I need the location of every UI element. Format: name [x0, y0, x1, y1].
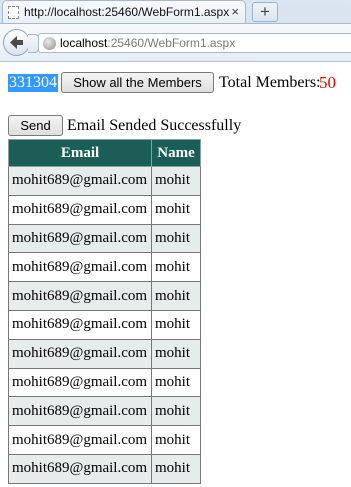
close-icon[interactable]: ×: [231, 4, 239, 19]
name-cell: mohit: [151, 166, 201, 196]
email-cell: mohit689@gmail.com: [8, 453, 152, 484]
name-cell: mohit: [151, 194, 201, 225]
name-cell: mohit: [151, 453, 201, 484]
name-cell: mohit: [151, 223, 201, 254]
name-column-header: Name: [151, 139, 201, 167]
table-row: mohit689@gmail.com mohit: [8, 338, 201, 369]
page-icon: [8, 6, 19, 19]
address-bar[interactable]: localhost:25460/WebForm1.aspx: [38, 33, 351, 53]
table-row: mohit689@gmail.com mohit: [8, 252, 201, 283]
back-button[interactable]: [3, 29, 30, 56]
table-row: mohit689@gmail.com mohit: [8, 453, 201, 484]
email-cell: mohit689@gmail.com: [8, 396, 152, 427]
email-cell: mohit689@gmail.com: [8, 281, 152, 311]
table-row: mohit689@gmail.com mohit: [8, 281, 201, 311]
table-row: mohit689@gmail.com mohit: [8, 367, 201, 398]
navigation-bar: localhost:25460/WebForm1.aspx: [0, 23, 351, 62]
table-row: mohit689@gmail.com mohit: [8, 396, 201, 427]
email-cell: mohit689@gmail.com: [8, 309, 152, 340]
email-cell: mohit689@gmail.com: [8, 166, 152, 196]
globe-icon: [43, 37, 56, 50]
email-cell: mohit689@gmail.com: [8, 425, 152, 455]
table-row: mohit689@gmail.com mohit: [8, 223, 201, 254]
email-cell: mohit689@gmail.com: [8, 252, 152, 283]
selected-code-text[interactable]: 331304: [8, 74, 58, 92]
name-cell: mohit: [151, 252, 201, 283]
back-arrow-icon: [10, 36, 23, 49]
show-all-members-button[interactable]: Show all the Members: [61, 72, 214, 93]
email-cell: mohit689@gmail.com: [8, 338, 152, 369]
name-cell: mohit: [151, 338, 201, 369]
email-column-header: Email: [8, 139, 152, 167]
name-cell: mohit: [151, 367, 201, 398]
url-text: localhost:25460/WebForm1.aspx: [60, 36, 236, 50]
name-cell: mohit: [151, 309, 201, 340]
table-row: mohit689@gmail.com mohit: [8, 194, 201, 225]
name-cell: mohit: [151, 425, 201, 455]
table-row: mohit689@gmail.com mohit: [8, 166, 201, 196]
browser-tab[interactable]: http://localhost:25460/WebForm1.aspx ×: [2, 0, 246, 23]
browser-chrome: http://localhost:25460/WebForm1.aspx × +…: [0, 0, 351, 62]
table-row: mohit689@gmail.com mohit: [8, 309, 201, 340]
tab-title: http://localhost:25460/WebForm1.aspx: [24, 5, 230, 19]
total-members-label: Total Members:: [219, 74, 321, 91]
name-cell: mohit: [151, 281, 201, 311]
table-row: mohit689@gmail.com mohit: [8, 425, 201, 455]
send-button[interactable]: Send: [8, 115, 63, 136]
name-cell: mohit: [151, 396, 201, 427]
total-members-count: 50: [319, 73, 336, 92]
email-cell: mohit689@gmail.com: [8, 223, 152, 254]
status-message: Email Sended Successfully: [67, 117, 242, 134]
new-tab-button[interactable]: +: [252, 2, 278, 22]
email-cell: mohit689@gmail.com: [8, 194, 152, 225]
email-cell: mohit689@gmail.com: [8, 367, 152, 398]
table-header-row: Email Name: [8, 139, 201, 167]
members-table: Email Name mohit689@gmail.com mohit mohit…: [8, 139, 201, 484]
